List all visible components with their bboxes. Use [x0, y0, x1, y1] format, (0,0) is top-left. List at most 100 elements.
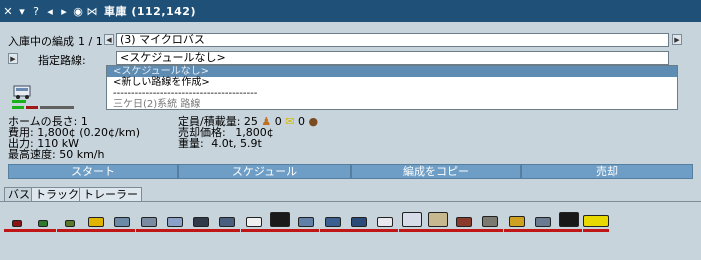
weight-line: 重量: 4.0t, 5.9t [178, 138, 318, 149]
vehicle-status-bar [82, 229, 109, 232]
convoy-name-field[interactable]: (3) マイクロバス [116, 33, 669, 47]
bus-icon [193, 217, 210, 227]
tab-trailer[interactable]: トレーラー [79, 187, 142, 202]
vehicle-status-bar [161, 229, 188, 232]
moped-icon [12, 220, 22, 227]
vehicle-status-bar [530, 229, 556, 232]
window-title: 車庫 (112,142) [104, 5, 196, 18]
cart-icon [64, 220, 75, 227]
route-select[interactable]: <スケジュールなし> [116, 51, 669, 65]
double-decker-icon [427, 212, 448, 227]
vehicle-status-bar [188, 229, 215, 232]
vehicle-status-bar [214, 229, 241, 232]
copy-convoy-button[interactable]: 編成をコピー [351, 164, 521, 179]
tab-divider [0, 201, 701, 202]
vehicle-item[interactable] [214, 208, 241, 232]
vehicle-status-bar [109, 229, 136, 232]
route-label: 指定路線: [38, 54, 86, 67]
route-dropdown-list: <スケジュールなし> <新しい路線を作成> ------------------… [106, 65, 678, 110]
menu-icon[interactable]: ▾ [16, 2, 28, 20]
double-decker-icon [270, 212, 290, 227]
vehicle-item[interactable] [267, 208, 293, 232]
double-decker-icon [559, 212, 580, 227]
vehicle-preview [10, 84, 76, 114]
vehicle-item[interactable] [4, 208, 30, 232]
vehicle-status-bar [56, 229, 83, 232]
vehicle-item[interactable] [556, 208, 583, 232]
van-icon [114, 217, 131, 227]
vehicle-status-bar [503, 229, 530, 232]
start-button[interactable]: スタート [8, 164, 178, 179]
vehicle-item[interactable] [530, 208, 556, 232]
vehicle-item[interactable] [345, 208, 372, 232]
vehicle-item[interactable] [424, 208, 451, 232]
capacity-goods: 0 [298, 115, 306, 128]
mail-icon: ✉ [285, 115, 295, 128]
weight-label: 重量: [178, 137, 204, 150]
help-icon[interactable]: ? [30, 2, 42, 20]
route-toggle-button[interactable]: ▶ [8, 53, 18, 64]
vehicle-status-bar [372, 229, 399, 232]
double-decker-icon [401, 212, 422, 227]
pin-icon[interactable]: ⋈ [86, 2, 98, 20]
vehicle-item[interactable] [503, 208, 530, 232]
vehicle-item[interactable] [372, 208, 399, 232]
vehicle-item[interactable] [398, 208, 425, 232]
vehicle-status-bar [293, 229, 320, 232]
vehicle-item[interactable] [451, 208, 478, 232]
convoy-index: 1 / 1 [78, 34, 103, 48]
route-option-separator: ---------------------------------------- [113, 88, 258, 99]
stats-left: ホームの長さ: 1 費用: 1,800¢ (0.20¢/km) 出力: 110 … [8, 116, 140, 160]
prev-convoy-button[interactable]: ◀ [104, 34, 114, 45]
prev-icon[interactable]: ◂ [44, 2, 56, 20]
vehicle-item[interactable] [582, 208, 609, 232]
minibus-icon [87, 217, 104, 227]
cart-icon [38, 220, 49, 227]
vehicle-item[interactable] [293, 208, 320, 232]
sell-button[interactable]: 売却 [521, 164, 693, 179]
bus-icon [245, 217, 262, 227]
next-icon[interactable]: ▸ [58, 2, 70, 20]
vehicle-item[interactable] [56, 208, 83, 232]
truck-icon [508, 216, 525, 227]
vehicle-item[interactable] [161, 208, 188, 232]
bus-icon [377, 217, 394, 227]
route-option[interactable]: 三ケ日(2)系統 路線 [107, 99, 677, 110]
bus-icon [456, 217, 473, 227]
articulated-bus-icon [582, 215, 609, 227]
bus-icon [324, 217, 341, 227]
vehicle-item[interactable] [135, 208, 162, 232]
vehicle-item[interactable] [109, 208, 136, 232]
capacity-mail: 0 [274, 115, 282, 128]
vehicle-item[interactable] [30, 208, 57, 232]
vehicle-status-bar [556, 229, 583, 232]
van-icon [140, 217, 157, 227]
stats-right: 定員/積載量: 25 ♟ 0 ✉ 0 ● 売却価格: 1,800¢ 重量: 4.… [178, 116, 318, 149]
bus-icon [166, 217, 183, 227]
convoy-row: 入庫中の編成 1 / 1 [8, 33, 103, 49]
vehicle-status-bar [398, 229, 425, 232]
truck-icon [482, 216, 499, 227]
schedule-button[interactable]: スケジュール [178, 164, 351, 179]
eye-icon[interactable]: ◉ [72, 2, 84, 20]
vehicle-status-bar [135, 229, 162, 232]
next-convoy-button[interactable]: ▶ [672, 34, 682, 45]
weight-value: 4.0t, 5.9t [211, 137, 262, 150]
vehicle-status-bar [451, 229, 478, 232]
tab-truck[interactable]: トラック [31, 187, 83, 202]
van-icon [535, 217, 551, 227]
vehicle-status-bar [345, 229, 372, 232]
tab-bus[interactable]: バス [4, 187, 34, 202]
vehicle-item[interactable] [319, 208, 346, 232]
bus-icon [219, 217, 236, 227]
vehicle-item[interactable] [188, 208, 215, 232]
vehicle-status-bar [30, 229, 57, 232]
close-icon[interactable]: ✕ [2, 2, 14, 20]
route-option[interactable]: <新しい路線を作成> [107, 77, 677, 88]
route-option[interactable]: <スケジュールなし> [107, 66, 677, 77]
bus-icon [298, 217, 315, 227]
vehicle-status-bar [424, 229, 451, 232]
vehicle-item[interactable] [477, 208, 504, 232]
vehicle-item[interactable] [240, 208, 267, 232]
vehicle-item[interactable] [82, 208, 109, 232]
